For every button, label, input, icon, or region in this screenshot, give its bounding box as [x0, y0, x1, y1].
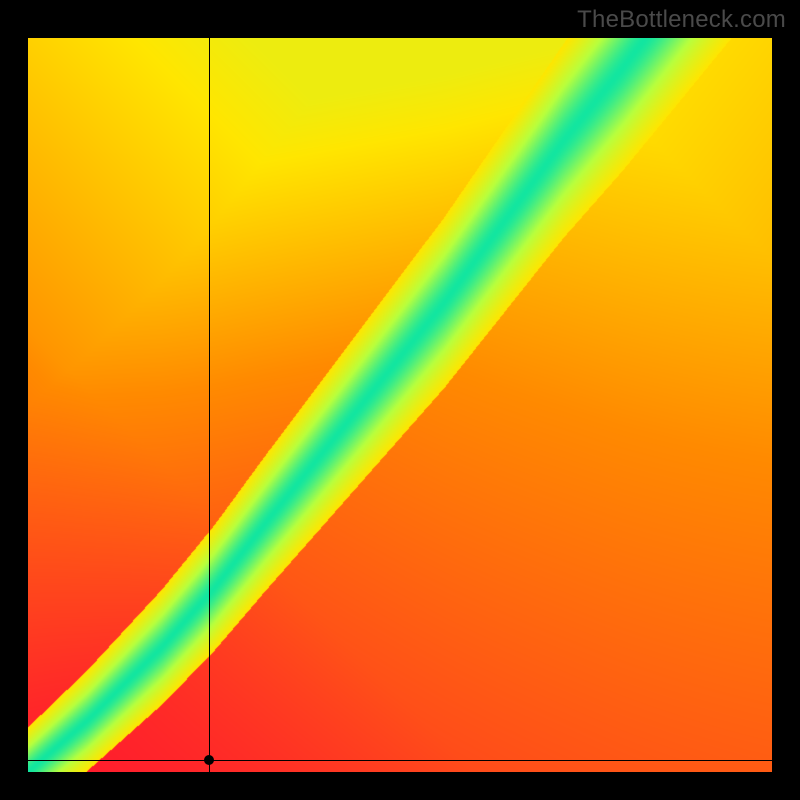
crosshair-horizontal [28, 760, 772, 761]
crosshair-vertical [209, 38, 210, 772]
attribution-text: TheBottleneck.com [577, 6, 786, 34]
chart-frame: TheBottleneck.com [0, 0, 800, 800]
bottleneck-heatmap [28, 38, 772, 772]
selection-marker-dot [204, 755, 214, 765]
